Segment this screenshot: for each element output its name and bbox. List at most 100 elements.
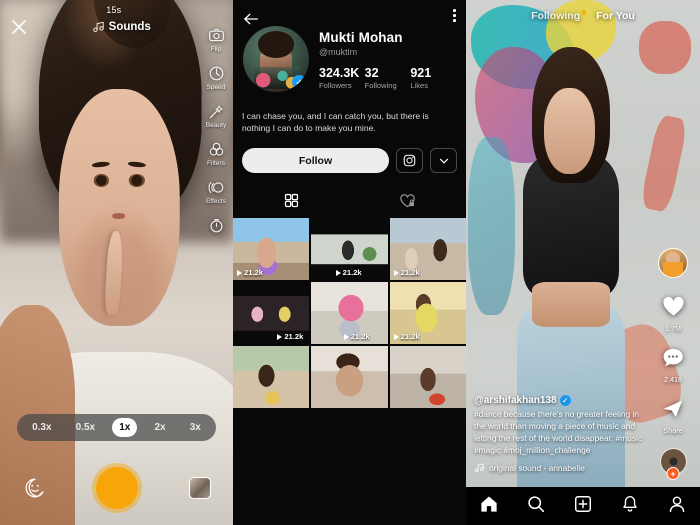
tool-timer[interactable] <box>207 216 226 236</box>
more-options-button[interactable] <box>453 9 456 22</box>
tool-effects[interactable]: Effects <box>206 178 226 205</box>
video-cell[interactable]: 21.2k <box>389 218 466 280</box>
tool-label: Filters <box>206 160 226 167</box>
nav-create[interactable] <box>573 494 593 519</box>
feed-sound[interactable]: original sound - annabelle <box>474 462 646 473</box>
nav-profile[interactable] <box>667 494 687 519</box>
avatar[interactable]: ✓ <box>243 26 309 92</box>
video-cell[interactable]: 21.2k <box>233 218 310 280</box>
stat-label: Followers <box>319 81 352 90</box>
video-cell[interactable]: 21.2k <box>311 218 388 280</box>
timer-icon <box>207 216 226 235</box>
grid-icon <box>284 193 298 207</box>
speed-icon <box>207 64 226 83</box>
avatar-hair <box>257 31 295 58</box>
bottom-navigation <box>466 487 700 525</box>
effects-icon <box>207 178 226 197</box>
tool-label: Speed <box>206 84 226 91</box>
play-count: 21.2k <box>393 268 420 277</box>
chevron-down-icon <box>439 158 448 163</box>
share-icon <box>661 397 685 425</box>
play-count: 21.2k <box>335 268 362 277</box>
feed-screen: Following For You + 1.7M 2,418 Share @ar… <box>466 0 700 525</box>
heart-icon <box>661 295 686 323</box>
play-count: 21.2k <box>393 332 420 341</box>
profile-actions: Follow <box>242 148 457 173</box>
feed-author[interactable]: @arshifakhan138 ✓ <box>474 395 646 407</box>
stat-value: 32 <box>364 66 379 80</box>
sound-label: original sound - annabelle <box>489 462 585 473</box>
speed-option-2x[interactable]: 2x <box>148 418 173 437</box>
video-cell[interactable]: 21.2k <box>389 282 466 344</box>
beauty-icon <box>207 102 226 121</box>
sticker-button[interactable] <box>24 477 46 499</box>
new-content-dot <box>581 10 587 15</box>
nav-search[interactable] <box>526 494 546 519</box>
close-icon <box>12 20 26 34</box>
tab-following[interactable]: Following <box>531 10 587 22</box>
play-count: 21.2k <box>343 332 370 341</box>
tab-liked-locked[interactable] <box>350 188 467 212</box>
follow-button[interactable]: Follow <box>242 148 389 173</box>
tool-flip[interactable]: Flip <box>207 26 226 53</box>
video-cell[interactable]: 21.2k <box>233 282 310 344</box>
tool-label: Beauty <box>205 122 227 129</box>
comment-button[interactable]: 2,418 <box>661 346 685 384</box>
more-options-icon <box>453 9 456 12</box>
tab-grid[interactable] <box>233 188 350 212</box>
tool-speed[interactable]: Speed <box>207 64 226 91</box>
tool-beauty[interactable]: Beauty <box>206 102 227 129</box>
profile-bio: I can chase you, and I can catch you, bu… <box>242 111 429 134</box>
author-avatar[interactable] <box>658 248 688 278</box>
video-cell[interactable] <box>389 346 466 408</box>
nav-home[interactable] <box>479 494 499 519</box>
music-note-icon <box>92 21 104 32</box>
eyebrow-left <box>92 161 111 169</box>
speed-option-1x[interactable]: 1x <box>112 418 138 437</box>
gallery-button[interactable] <box>189 477 211 499</box>
speed-option-3x[interactable]: 3x <box>183 418 208 437</box>
close-button[interactable] <box>9 17 29 37</box>
tool-filters[interactable]: Filters <box>207 140 226 167</box>
more-options-icon <box>453 19 456 22</box>
profile-tabs <box>233 188 466 212</box>
like-button[interactable]: 1.7M <box>661 295 686 333</box>
author-follow[interactable]: + <box>658 248 688 480</box>
feed-caption-block: @arshifakhan138 ✓ #dance because there's… <box>474 395 646 473</box>
stat-label: Following <box>364 81 397 90</box>
profile-screen: ✓ Mukti Mohan @muktim 324.3K Followers 3… <box>233 0 466 525</box>
follow-plus-icon[interactable]: + <box>666 467 680 480</box>
record-shutter-button[interactable] <box>95 467 138 509</box>
speed-option-05x[interactable]: 0.5x <box>69 418 102 437</box>
instagram-button[interactable] <box>396 148 423 173</box>
eyebrow-right <box>127 161 146 169</box>
speed-option-03x[interactable]: 0.3x <box>25 418 58 437</box>
sounds-button[interactable]: Sounds <box>92 20 151 33</box>
feed-action-rail: + 1.7M 2,418 Share <box>653 248 693 480</box>
eye-right <box>128 174 145 187</box>
share-button[interactable]: Share <box>661 397 685 435</box>
stat-following[interactable]: 32 Following <box>365 66 411 90</box>
video-cell[interactable] <box>311 346 388 408</box>
eye-left <box>93 174 110 187</box>
home-icon <box>481 496 498 512</box>
speed-selector[interactable]: 0.3x 0.5x 1x 2x 3x <box>17 414 216 441</box>
profile-person-icon <box>669 495 684 512</box>
nav-notifications[interactable] <box>620 494 640 519</box>
camera-preview <box>0 0 233 525</box>
stat-likes[interactable]: 921 Likes <box>410 66 456 90</box>
video-cell[interactable]: 21.2k <box>311 282 388 344</box>
tab-for-you[interactable]: For You <box>596 10 635 22</box>
liked-locked-icon <box>400 193 415 207</box>
sounds-label: Sounds <box>108 20 151 33</box>
flip-camera-icon <box>207 26 226 45</box>
feed-caption-text: #dance because there's no greater feelin… <box>474 409 643 456</box>
stat-followers[interactable]: 324.3K Followers <box>319 66 365 90</box>
profile-name: Mukti Mohan <box>319 30 403 45</box>
more-options-icon <box>453 14 456 17</box>
video-cell[interactable] <box>233 346 310 408</box>
comment-icon <box>661 346 685 374</box>
tab-label: Following <box>531 10 581 22</box>
more-links-button[interactable] <box>430 148 457 173</box>
subject-face <box>543 87 595 174</box>
